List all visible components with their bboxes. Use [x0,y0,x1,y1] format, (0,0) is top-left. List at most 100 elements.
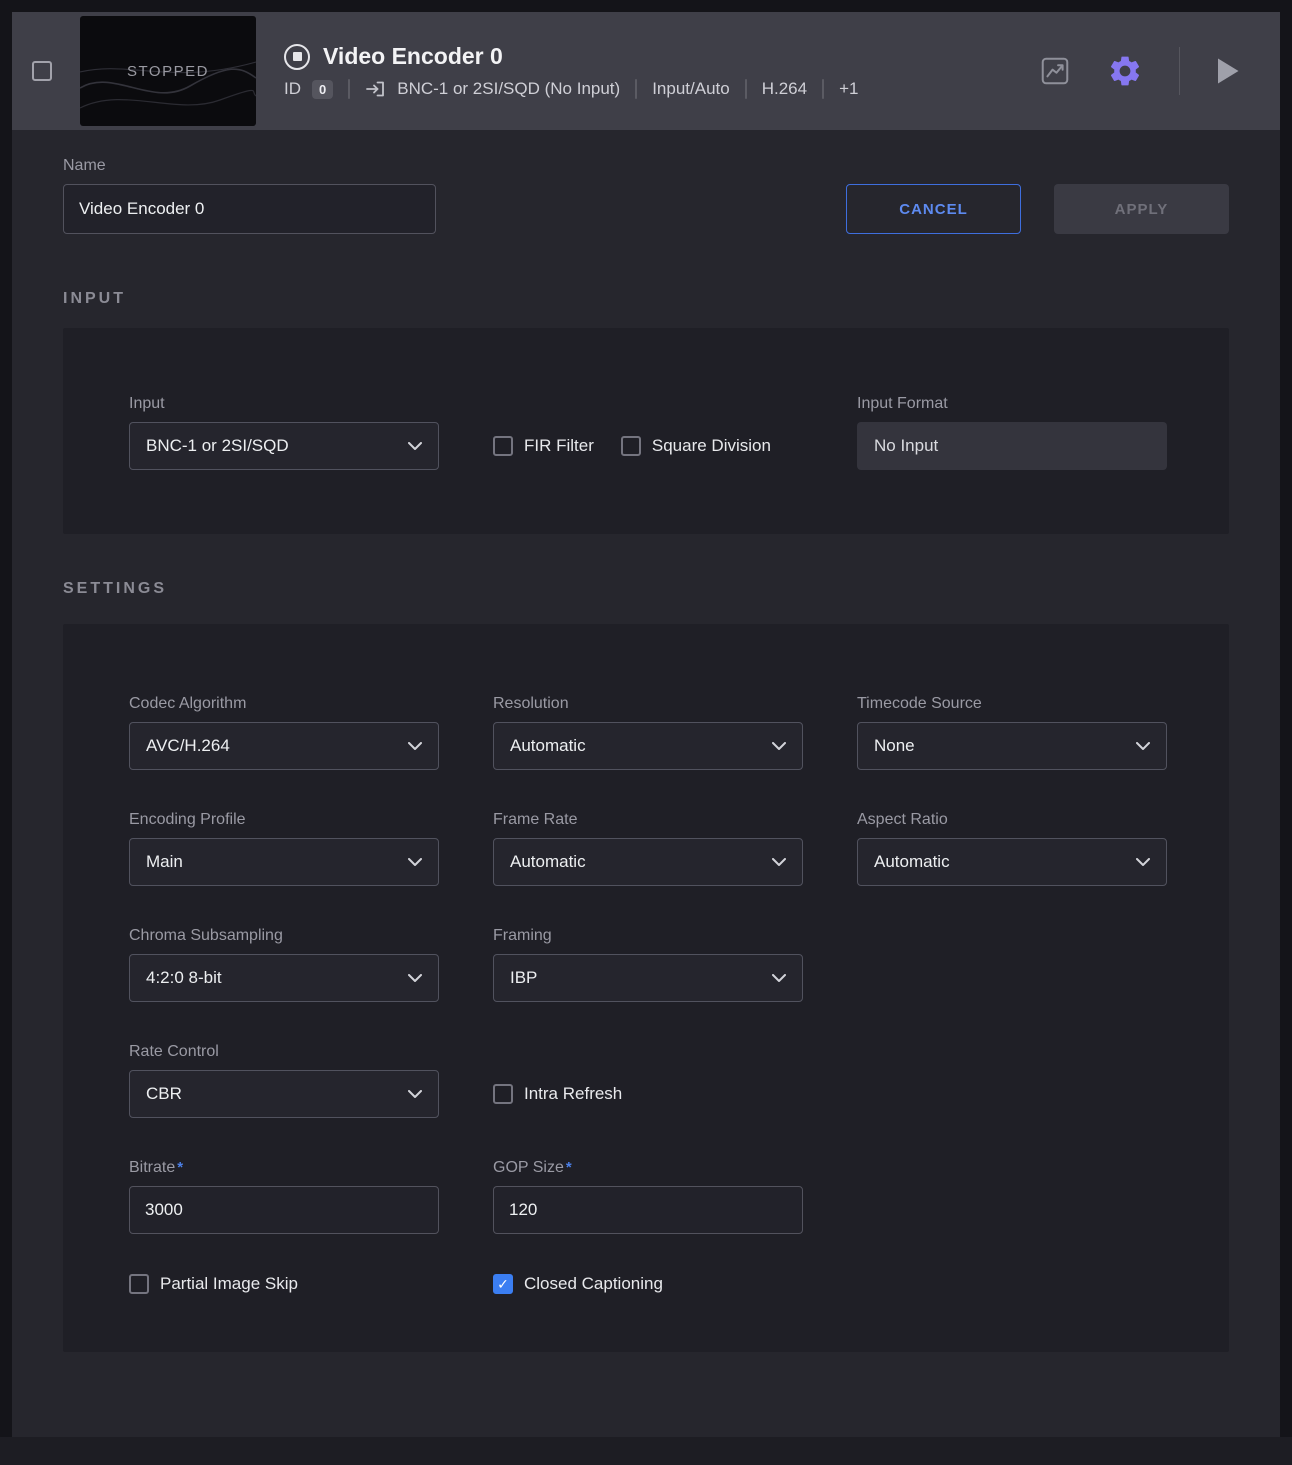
mode-label: Input/Auto [652,79,730,99]
checkbox-box: ✓ [493,436,513,456]
header-actions [1039,47,1240,95]
frame-rate-field: Frame Rate Automatic [493,810,803,886]
timecode-source-label: Timecode Source [857,694,1167,713]
codec-algorithm-field: Codec Algorithm AVC/H.264 [129,694,439,770]
label-spacer [493,394,803,413]
input-format-field: Input Format No Input [857,394,1167,470]
rate-control-label: Rate Control [129,1042,439,1061]
intra-refresh-row: ✓ Intra Refresh [493,1070,803,1118]
chroma-subsampling-value: 4:2:0 8-bit [146,968,222,988]
rate-control-select[interactable]: CBR [129,1070,439,1118]
checkbox-box: ✓ [493,1274,513,1294]
input-options-field: ✓ FIR Filter ✓ Square Division [493,394,803,470]
select-encoder-checkbox[interactable] [32,61,52,81]
bitrate-field: Bitrate* [129,1158,439,1234]
stop-icon [284,44,310,70]
extra-count-label: +1 [839,79,858,99]
name-field: Name [63,156,436,234]
encoder-card: STOPPED Video Encoder 0 ID 0 BNC-1 [12,12,1280,1437]
form-actions: CANCEL APPLY [846,184,1229,234]
timecode-source-select[interactable]: None [857,722,1167,770]
header-divider [1179,47,1180,95]
line-chart-icon [1039,55,1071,87]
settings-gear-button[interactable] [1107,53,1143,89]
chroma-subsampling-label: Chroma Subsampling [129,926,439,945]
apply-button[interactable]: APPLY [1054,184,1229,234]
resolution-value: Automatic [510,736,586,756]
chevron-down-icon [408,742,422,751]
required-indicator: * [177,1159,183,1176]
arrow-into-bracket-icon [365,79,386,99]
aspect-ratio-value: Automatic [874,852,950,872]
aspect-ratio-label: Aspect Ratio [857,810,1167,829]
rate-control-value: CBR [146,1084,182,1104]
encoding-profile-select[interactable]: Main [129,838,439,886]
aspect-ratio-field: Aspect Ratio Automatic [857,810,1167,886]
name-label: Name [63,156,436,175]
meta-separator [635,79,637,99]
resolution-label: Resolution [493,694,803,713]
input-format-label: Input Format [857,394,1167,413]
codec-label: H.264 [762,79,807,99]
settings-panel: Codec Algorithm AVC/H.264 Resolution Aut… [63,624,1229,1352]
chevron-down-icon [772,858,786,867]
encoder-title: Video Encoder 0 [323,43,503,70]
play-icon [1216,57,1240,85]
intra-refresh-checkbox[interactable]: ✓ Intra Refresh [493,1084,622,1104]
framing-select[interactable]: IBP [493,954,803,1002]
checkbox-box: ✓ [621,436,641,456]
aspect-ratio-select[interactable]: Automatic [857,838,1167,886]
input-options-row: ✓ FIR Filter ✓ Square Division [493,422,803,470]
timecode-source-value: None [874,736,915,756]
encoder-header: STOPPED Video Encoder 0 ID 0 BNC-1 [12,12,1280,130]
input-field: Input BNC-1 or 2SI/SQD [129,394,439,470]
codec-algorithm-label: Codec Algorithm [129,694,439,713]
input-select-value: BNC-1 or 2SI/SQD [146,436,289,456]
gop-size-label: GOP Size* [493,1158,803,1177]
required-indicator: * [566,1159,572,1176]
rate-control-field: Rate Control CBR [129,1042,439,1118]
frame-rate-select[interactable]: Automatic [493,838,803,886]
input-label: Input [129,394,439,413]
cancel-button[interactable]: CANCEL [846,184,1021,234]
framing-value: IBP [510,968,537,988]
closed-captioning-checkbox[interactable]: ✓ Closed Captioning [493,1274,803,1294]
encoding-profile-label: Encoding Profile [129,810,439,829]
id-badge: 0 [312,80,333,99]
chevron-down-icon [408,442,422,451]
square-division-checkbox[interactable]: ✓ Square Division [621,436,771,456]
partial-image-skip-label: Partial Image Skip [160,1274,298,1294]
frame-rate-value: Automatic [510,852,586,872]
bitrate-input[interactable] [129,1186,439,1234]
meta-separator [348,79,350,99]
encoding-profile-field: Encoding Profile Main [129,810,439,886]
preview-thumbnail: STOPPED [80,16,256,126]
page: STOPPED Video Encoder 0 ID 0 BNC-1 [0,0,1292,1465]
encoding-profile-value: Main [146,852,183,872]
input-format-value: No Input [857,422,1167,470]
chroma-subsampling-select[interactable]: 4:2:0 8-bit [129,954,439,1002]
stats-button[interactable] [1039,55,1071,87]
meta-separator [745,79,747,99]
meta-separator [822,79,824,99]
fir-filter-checkbox[interactable]: ✓ FIR Filter [493,436,594,456]
encoder-status-label: STOPPED [127,63,209,80]
codec-algorithm-value: AVC/H.264 [146,736,230,756]
resolution-field: Resolution Automatic [493,694,803,770]
chevron-down-icon [772,742,786,751]
checkbox-box: ✓ [493,1084,513,1104]
name-input[interactable] [63,184,436,234]
closed-captioning-label: Closed Captioning [524,1274,663,1294]
resolution-select[interactable]: Automatic [493,722,803,770]
name-row: Name CANCEL APPLY [63,156,1229,234]
framing-label: Framing [493,926,803,945]
intra-refresh-label: Intra Refresh [524,1084,622,1104]
gop-size-input[interactable] [493,1186,803,1234]
codec-algorithm-select[interactable]: AVC/H.264 [129,722,439,770]
input-select[interactable]: BNC-1 or 2SI/SQD [129,422,439,470]
chevron-down-icon [408,974,422,983]
framing-field: Framing IBP [493,926,803,1002]
timecode-source-field: Timecode Source None [857,694,1167,770]
start-encoder-button[interactable] [1216,57,1240,85]
partial-image-skip-checkbox[interactable]: ✓ Partial Image Skip [129,1274,439,1294]
